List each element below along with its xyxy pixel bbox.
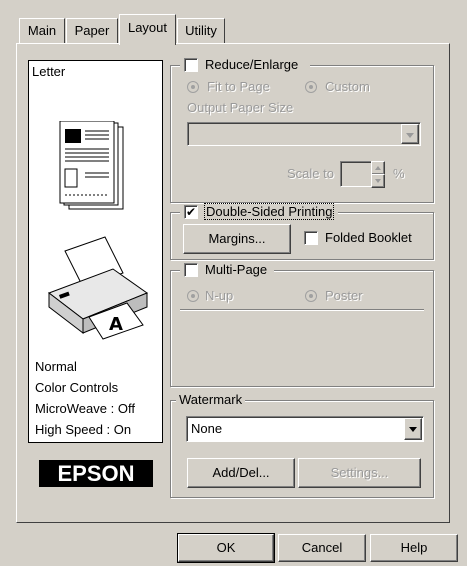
scale-to-label: Scale to [287, 166, 334, 181]
folded-booklet-label: Folded Booklet [325, 230, 412, 245]
cancel-button-label: Cancel [301, 540, 343, 555]
svg-text:A: A [109, 314, 123, 335]
output-paper-size-select[interactable] [187, 122, 421, 146]
margins-button[interactable]: Margins... [183, 224, 291, 254]
tab-paper-label: Paper [74, 23, 110, 38]
reduce-enlarge-checkbox[interactable] [184, 58, 198, 72]
folded-booklet-checkbox[interactable] [304, 231, 318, 245]
add-del-button-label: Add/Del... [212, 465, 270, 480]
status-line-3: MicroWeave : Off [35, 401, 135, 416]
settings-button-label: Settings... [330, 465, 389, 480]
chevron-down-icon[interactable] [404, 418, 422, 440]
multi-page-divider [180, 309, 424, 311]
tab-layout[interactable]: Layout [119, 14, 176, 45]
watermark-label: Watermark [176, 392, 246, 407]
fit-to-page-radio[interactable] [187, 81, 199, 93]
watermark-select[interactable]: None [186, 416, 424, 442]
ok-button-label: OK [216, 540, 236, 555]
watermark-selected-value: None [191, 421, 223, 436]
printer-icon: A [47, 236, 149, 340]
margins-button-label: Margins... [208, 231, 266, 246]
status-line-4: High Speed : On [35, 422, 132, 437]
tab-paper[interactable]: Paper [66, 18, 118, 43]
n-up-radio[interactable] [187, 290, 199, 302]
poster-label: Poster [325, 288, 363, 303]
settings-button[interactable]: Settings... [298, 458, 421, 488]
help-button-label: Help [400, 540, 428, 555]
chevron-down-icon[interactable] [401, 124, 419, 144]
tab-utility[interactable]: Utility [177, 18, 225, 43]
arrow-down-icon [375, 179, 381, 183]
percent-label: % [393, 166, 405, 181]
tab-layout-label: Layout [127, 20, 168, 35]
tab-main-label: Main [27, 23, 57, 38]
double-sided-checkbox[interactable]: ✔ [184, 205, 198, 219]
scale-up-button[interactable] [371, 161, 385, 175]
scale-to-input[interactable] [340, 161, 372, 187]
arrow-up-icon [375, 166, 381, 170]
n-up-label: N-up [205, 288, 234, 303]
tab-main[interactable]: Main [19, 18, 65, 43]
reduce-enlarge-label: Reduce/Enlarge [205, 57, 299, 72]
tab-utility-label: Utility [185, 23, 217, 38]
multi-page-label: Multi-Page [205, 262, 268, 277]
add-del-button[interactable]: Add/Del... [187, 458, 295, 488]
epson-logo: EPSON [39, 460, 153, 487]
status-line-2: Color Controls [35, 380, 119, 395]
multi-page-checkbox[interactable] [184, 263, 198, 277]
paper-size-label: Letter [32, 64, 66, 79]
help-button[interactable]: Help [370, 534, 458, 562]
preview-panel: Letter A Normal Color Controls MicroWeav… [28, 60, 163, 443]
poster-radio[interactable] [305, 290, 317, 302]
double-sided-label: Double-Sided Printing [203, 203, 335, 220]
fit-to-page-label: Fit to Page [207, 79, 270, 94]
document-preview-icon [59, 121, 124, 210]
cancel-button[interactable]: Cancel [278, 534, 366, 562]
output-paper-size-label: Output Paper Size [187, 100, 294, 115]
status-line-1: Normal [35, 359, 77, 374]
ok-button[interactable]: OK [177, 533, 275, 563]
custom-label: Custom [325, 79, 370, 94]
custom-radio[interactable] [305, 81, 317, 93]
scale-down-button[interactable] [371, 174, 385, 188]
